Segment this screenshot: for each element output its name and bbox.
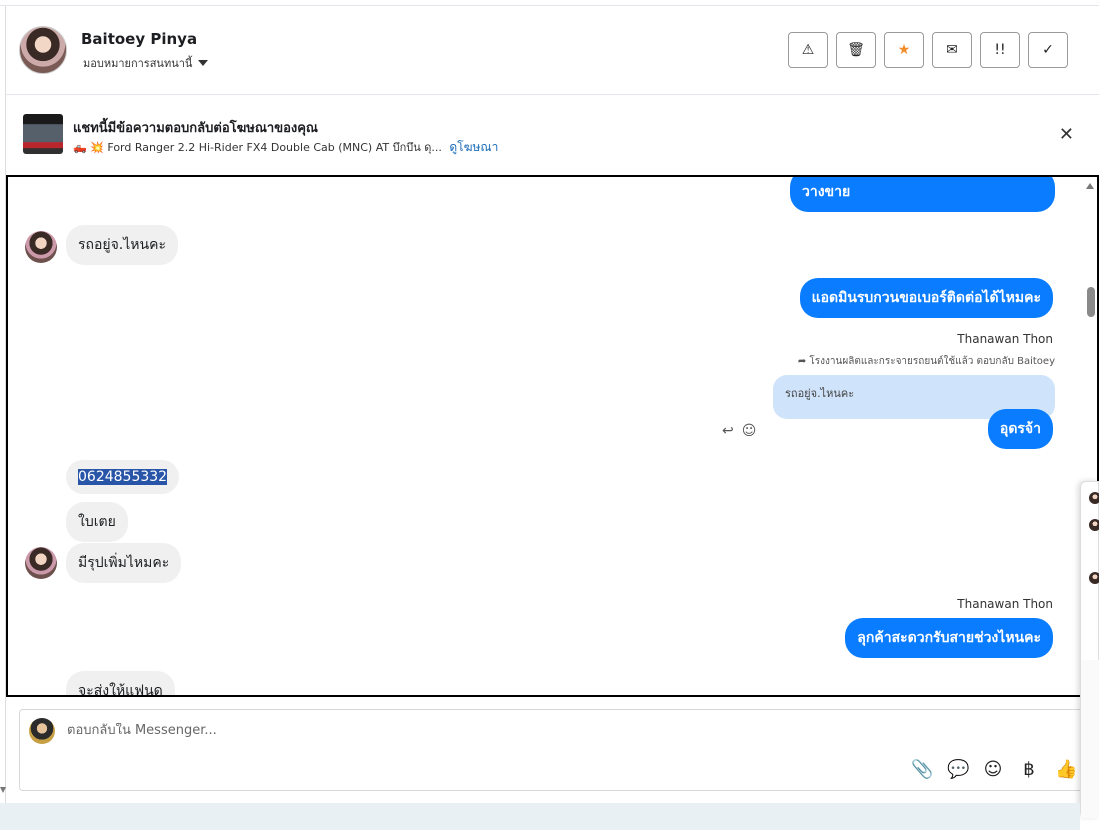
- message-thread[interactable]: วางขาย รถอยู่จ.ไหนคะ แอดมินรบกวนขอเบอร์ต…: [6, 175, 1099, 697]
- message-bubble-incoming: รถอยู่จ.ไหนคะ: [66, 225, 178, 265]
- contact-name[interactable]: Baitoey Pinya: [81, 30, 197, 48]
- contact-avatar-small: [25, 231, 57, 263]
- message-text: อุดรจ้า: [999, 421, 1041, 437]
- composer-tools: 📎 💬 ☺ ฿ 👍: [911, 759, 1077, 780]
- ad-banner-title: แชทนี้มีข้อความตอบกลับต่อโฆษณาของคุณ: [73, 121, 318, 136]
- reply-input[interactable]: [67, 723, 967, 738]
- attachment-icon[interactable]: 📎: [911, 759, 933, 780]
- message-bubble-outgoing: วางขาย: [790, 177, 1055, 212]
- close-icon[interactable]: ✕: [1059, 124, 1074, 145]
- contact-avatar-small: [25, 547, 57, 579]
- ad-banner-subtitle: 🛻 💥 Ford Ranger 2.2 Hi-Rider FX4 Double …: [73, 138, 498, 157]
- like-icon[interactable]: 👍: [1055, 759, 1077, 780]
- message-bubble-outgoing: แอดมินรบกวนขอเบอร์ติดต่อได้ไหมคะ: [799, 278, 1053, 318]
- reply-note: ➦ โรงงานผลิตและกระจายรถยนต์ใช้แล้ว ตอบกล…: [798, 354, 1055, 369]
- star-button[interactable]: ★: [884, 32, 924, 68]
- reply-arrow-icon: ➦: [797, 356, 807, 367]
- check-icon: ✓: [1042, 42, 1054, 58]
- follow-up-button[interactable]: !!: [980, 32, 1020, 68]
- sender-name: Thanawan Thon: [957, 597, 1053, 611]
- mark-unread-button[interactable]: ✉: [932, 32, 972, 68]
- message-text: มีรุปเพิ่มไหมคะ: [78, 555, 170, 571]
- assign-conversation-dropdown[interactable]: มอบหมายการสนทนานี้: [83, 54, 209, 72]
- trash-icon: 🗑: [847, 42, 865, 58]
- message-bubble-incoming: จะส่งให้แฟนดู: [66, 671, 175, 697]
- sender-name: Thanawan Thon: [957, 332, 1053, 346]
- reply-note-text: โรงงานผลิตและกระจายรถยนต์ใช้แล้ว ตอบกลับ…: [809, 356, 1055, 367]
- ad-description: 🛻 💥 Ford Ranger 2.2 Hi-Rider FX4 Double …: [73, 141, 442, 154]
- star-icon: ★: [897, 42, 911, 58]
- quoted-text: รถอยู่จ.ไหนคะ: [785, 387, 855, 400]
- page: Baitoey Pinya มอบหมายการสนทนานี้ ⚠ 🗑 ★ ✉…: [0, 0, 1099, 830]
- warning-icon: ⚠: [801, 42, 815, 58]
- message-text: วางขาย: [802, 184, 851, 200]
- ad-thumbnail[interactable]: [23, 114, 63, 154]
- scroll-thumb[interactable]: [1087, 287, 1095, 317]
- contact-avatar[interactable]: [19, 26, 67, 74]
- scroll-down-arrow-icon[interactable]: [0, 787, 6, 793]
- header-actions: ⚠ 🗑 ★ ✉ !! ✓: [788, 32, 1068, 68]
- delete-button[interactable]: 🗑: [836, 32, 876, 68]
- page-avatar: [29, 718, 55, 744]
- mark-done-button[interactable]: ✓: [1028, 32, 1068, 68]
- chat-head-avatar[interactable]: [1089, 492, 1099, 504]
- conversation-header: Baitoey Pinya มอบหมายการสนทนานี้ ⚠ 🗑 ★ ✉…: [6, 6, 1099, 95]
- reply-icon[interactable]: ↩: [722, 423, 734, 439]
- spam-button[interactable]: ⚠: [788, 32, 828, 68]
- message-text: ใบเตย: [78, 514, 116, 530]
- ad-reply-banner: แชทนี้มีข้อความตอบกลับต่อโฆษณาของคุณ 🛻 💥…: [6, 96, 1099, 174]
- message-bubble-outgoing: ลุกค้าสะดวกรับสายช่วงไหนคะ: [845, 618, 1053, 658]
- chat-head-avatar[interactable]: [1089, 519, 1099, 531]
- message-bubble-outgoing: อุดรจ้า: [987, 409, 1053, 449]
- message-composer: 📎 💬 ☺ ฿ 👍: [19, 709, 1084, 791]
- message-actions: ↩ ☺: [722, 423, 756, 439]
- view-ad-link[interactable]: ดูโฆษณา: [449, 140, 498, 154]
- chat-head-avatar[interactable]: [1089, 572, 1099, 584]
- message-text: รถอยู่จ.ไหนคะ: [78, 237, 166, 253]
- saved-reply-icon[interactable]: 💬: [947, 759, 969, 780]
- follow-up-icon: !!: [994, 42, 1006, 58]
- caret-down-icon: [198, 60, 209, 66]
- message-bubble-incoming: 0624855332: [66, 460, 180, 494]
- envelope-icon: ✉: [946, 42, 958, 58]
- floating-chat-panel[interactable]: [1080, 481, 1099, 818]
- message-text: แอดมินรบกวนขอเบอร์ติดต่อได้ไหมคะ: [811, 290, 1041, 306]
- assign-label: มอบหมายการสนทนานี้: [83, 57, 193, 70]
- baht-icon[interactable]: ฿: [1019, 759, 1039, 780]
- message-bubble-incoming: มีรุปเพิ่มไหมคะ: [66, 543, 182, 583]
- floating-panel-body: [1081, 660, 1099, 818]
- scroll-up-arrow-icon[interactable]: [1086, 183, 1094, 189]
- message-text-selected: 0624855332: [78, 469, 168, 485]
- react-icon[interactable]: ☺: [742, 423, 757, 439]
- message-text: จะส่งให้แฟนดู: [78, 683, 163, 697]
- emoji-icon[interactable]: ☺: [983, 759, 1003, 780]
- message-text: ลุกค้าสะดวกรับสายช่วงไหนคะ: [857, 630, 1041, 646]
- message-bubble-incoming: ใบเตย: [66, 502, 128, 542]
- bottom-band: [0, 803, 1080, 830]
